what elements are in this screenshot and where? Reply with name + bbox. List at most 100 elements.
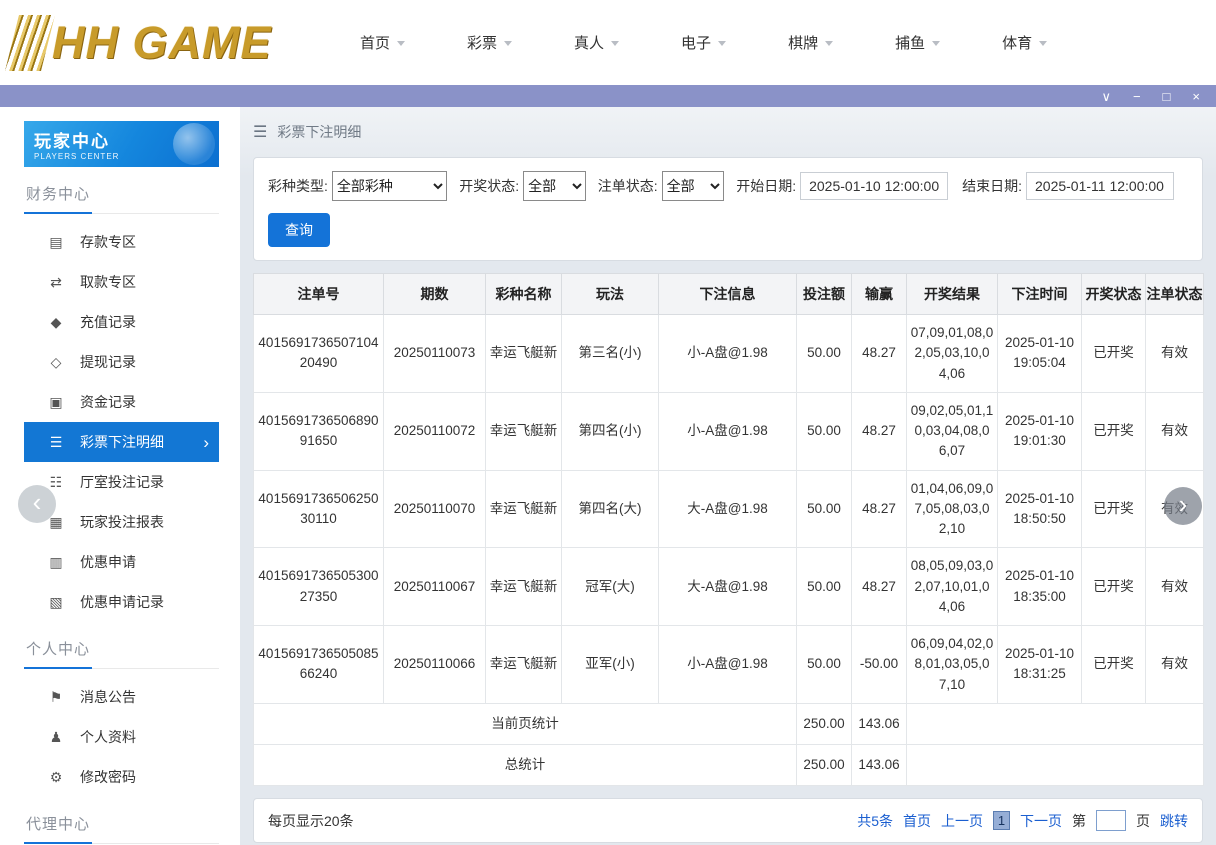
sidebar-section-header: 个人中心 — [24, 638, 219, 669]
lottery-type-select[interactable]: 全部彩种 — [332, 171, 447, 201]
table-cell: 小-A盘@1.98 — [659, 315, 797, 393]
first-page-link[interactable]: 首页 — [903, 811, 931, 831]
sidebar-item[interactable]: ⚙修改密码 — [24, 757, 219, 797]
chevron-down-icon — [504, 41, 512, 46]
table-cell: 已开奖 — [1082, 548, 1146, 626]
column-header: 开奖结果 — [907, 274, 998, 315]
table-cell: 2025-01-10 18:50:50 — [998, 470, 1082, 548]
window-controls: ∨ − □ × — [1101, 90, 1200, 103]
hall-bet-record-icon: ☷ — [48, 474, 64, 491]
sidebar-item-label: 彩票下注明细 — [80, 432, 164, 452]
table-cell: 有效 — [1146, 392, 1204, 470]
table-cell: 48.27 — [852, 470, 907, 548]
table-cell: 第三名(小) — [562, 315, 659, 393]
table-row: 40156917365053002735020250110067幸运飞艇新冠军(… — [254, 548, 1204, 626]
table-cell: 401569173650625030110 — [254, 470, 384, 548]
sidebar-item-label: 存款专区 — [80, 232, 136, 252]
sidebar-section-header: 代理中心 — [24, 813, 219, 844]
table-cell: 401569173650689091650 — [254, 392, 384, 470]
nav-item[interactable]: 彩票 — [467, 32, 512, 53]
jump-button[interactable]: 跳转 — [1160, 811, 1188, 831]
profile-icon: ♟ — [48, 729, 64, 746]
column-header: 彩种名称 — [486, 274, 562, 315]
sidebar-item[interactable]: ▣资金记录 — [24, 382, 219, 422]
table-row: 40156917365071042049020250110073幸运飞艇新第三名… — [254, 315, 1204, 393]
lottery-bet-detail-icon: ☰ — [48, 434, 64, 451]
draw-status-select[interactable]: 全部 — [523, 171, 586, 201]
sidebar-item[interactable]: ▤ 存款专区 — [24, 222, 219, 262]
nav-item-label: 首页 — [360, 32, 390, 53]
jump-prefix-label: 第 — [1072, 811, 1086, 831]
maximize-icon[interactable]: □ — [1163, 90, 1171, 103]
order-status-label: 注单状态: — [598, 176, 658, 196]
table-cell: 有效 — [1146, 548, 1204, 626]
search-button[interactable]: 查询 — [268, 213, 330, 247]
column-header: 输赢 — [852, 274, 907, 315]
deposit-icon: ▤ — [48, 234, 64, 251]
table-cell: -50.00 — [852, 626, 907, 704]
sidebar-item[interactable]: ◆充值记录 — [24, 302, 219, 342]
summary-label: 总统计 — [254, 745, 797, 786]
sidebar-section-header: 财务中心 — [24, 183, 219, 214]
page-title: 彩票下注明细 — [277, 122, 361, 142]
scroll-left-button[interactable]: ‹ — [18, 485, 56, 523]
next-page-link[interactable]: 下一页 — [1020, 811, 1062, 831]
nav-item[interactable]: 首页 — [360, 32, 405, 53]
sidebar-item-label: 优惠申请 — [80, 552, 136, 572]
table-cell: 第四名(大) — [562, 470, 659, 548]
promo-apply-icon: ▥ — [48, 554, 64, 571]
sidebar-item[interactable]: ☰ 彩票下注明细 › — [24, 422, 219, 462]
sidebar-item[interactable]: ⚑消息公告 — [24, 677, 219, 717]
table-cell: 401569173650710420490 — [254, 315, 384, 393]
nav-item[interactable]: 棋牌 — [788, 32, 833, 53]
start-date-label: 开始日期: — [736, 176, 796, 196]
sidebar-item[interactable]: ⇄取款专区 — [24, 262, 219, 302]
logo: HH GAME — [12, 15, 312, 71]
table-cell: 50.00 — [797, 626, 852, 704]
start-date-input[interactable] — [800, 172, 948, 200]
hamburger-menu-icon[interactable]: ☰ — [253, 122, 267, 142]
table-cell: 2025-01-10 18:35:00 — [998, 548, 1082, 626]
minimize-icon[interactable]: − — [1133, 90, 1141, 103]
sidebar: 玩家中心 PLAYERS CENTER 财务中心▤存款专区⇄取款专区◆充值记录◇… — [0, 107, 240, 845]
nav-item[interactable]: 电子 — [681, 32, 726, 53]
order-status-select[interactable]: 全部 — [662, 171, 725, 201]
sidebar-item[interactable]: ▥ 优惠申请 — [24, 542, 219, 582]
nav-item-label: 棋牌 — [788, 32, 818, 53]
table-cell: 401569173650530027350 — [254, 548, 384, 626]
summary-winloss-total: 143.06 — [852, 703, 907, 744]
table-cell: 09,02,05,01,10,03,04,08,06,07 — [907, 392, 998, 470]
scroll-right-button[interactable]: › — [1164, 487, 1202, 525]
table-cell: 06,09,04,02,08,01,03,05,07,10 — [907, 626, 998, 704]
table-cell: 冠军(大) — [562, 548, 659, 626]
main-content: ☰ 彩票下注明细 彩种类型: 全部彩种 开奖状态: 全部 注单状态: 全部 — [240, 107, 1216, 845]
sidebar-item-label: 玩家投注报表 — [80, 512, 164, 532]
nav-item[interactable]: 体育 — [1002, 32, 1047, 53]
prev-page-link[interactable]: 上一页 — [941, 811, 983, 831]
pagination-bar: 每页显示20条 共5条 首页 上一页 1 下一页 第 页 跳转 — [253, 798, 1203, 843]
current-page-button[interactable]: 1 — [993, 811, 1010, 830]
table-cell: 07,09,01,08,02,05,03,10,04,06 — [907, 315, 998, 393]
nav-item[interactable]: 真人 — [574, 32, 619, 53]
close-icon[interactable]: × — [1192, 90, 1200, 103]
table-cell: 亚军(小) — [562, 626, 659, 704]
sidebar-menu-group: ⚑消息公告♟个人资料⚙修改密码 — [24, 677, 219, 797]
end-date-input[interactable] — [1026, 172, 1174, 200]
chevron-right-icon: › — [203, 434, 209, 451]
chevron-down-icon[interactable]: ∨ — [1101, 90, 1111, 103]
chevron-down-icon — [932, 41, 940, 46]
main-nav: 首页 彩票 真人 电子 棋牌 捕鱼 体育 — [360, 32, 1047, 53]
summary-empty-cell — [907, 703, 1204, 744]
sidebar-item[interactable]: ◇提现记录 — [24, 342, 219, 382]
sidebar-section-label: 财务中心 — [24, 183, 92, 214]
logo-stripes-icon — [5, 15, 55, 71]
bet-table-wrap: 注单号期数彩种名称玩法下注信息投注额输赢开奖结果下注时间开奖状态注单状态 401… — [253, 273, 1203, 786]
table-cell: 20250110066 — [384, 626, 486, 704]
sidebar-item[interactable]: ▧优惠申请记录 — [24, 582, 219, 622]
table-cell: 01,04,06,09,07,05,08,03,02,10 — [907, 470, 998, 548]
sidebar-item[interactable]: ♟个人资料 — [24, 717, 219, 757]
table-row: 40156917365062503011020250110070幸运飞艇新第四名… — [254, 470, 1204, 548]
nav-item[interactable]: 捕鱼 — [895, 32, 940, 53]
summary-bet-total: 250.00 — [797, 703, 852, 744]
jump-page-input[interactable] — [1096, 810, 1126, 831]
